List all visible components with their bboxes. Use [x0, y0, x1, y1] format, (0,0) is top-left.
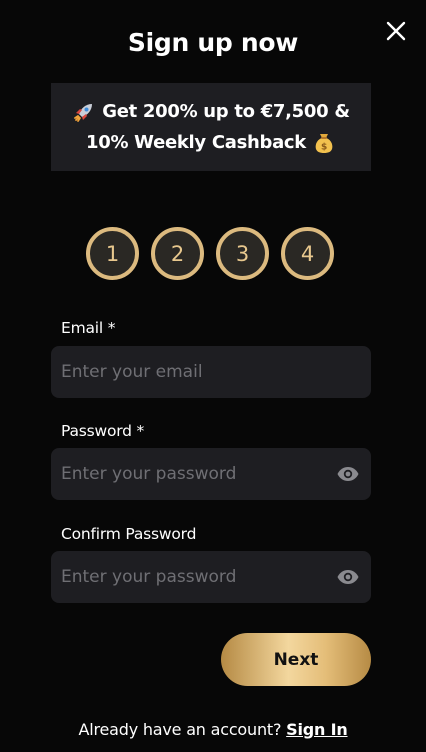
email-field[interactable] — [61, 362, 361, 382]
promo-line-1: Get 200% up to €7,500 & — [72, 96, 350, 127]
rocket-icon — [74, 103, 93, 122]
signin-link[interactable]: Sign In — [286, 720, 348, 739]
eye-icon[interactable] — [336, 565, 360, 589]
promo-banner: Get 200% up to €7,500 & 10% Weekly Cashb… — [51, 83, 371, 171]
email-label: Email * — [61, 319, 116, 337]
confirm-password-field[interactable] — [61, 567, 335, 587]
password-field-container — [51, 448, 371, 500]
eye-icon[interactable] — [336, 462, 360, 486]
password-field[interactable] — [61, 464, 335, 484]
step-1: 1 — [86, 227, 139, 280]
password-visibility-toggle[interactable] — [335, 461, 361, 487]
step-3: 3 — [216, 227, 269, 280]
password-label: Password * — [61, 422, 145, 440]
confirm-password-field-container — [51, 551, 371, 603]
confirm-password-visibility-toggle[interactable] — [335, 564, 361, 590]
promo-text-1: Get 200% up to €7,500 & — [102, 101, 350, 122]
signup-modal: Sign up now Get 200% up to €7,500 & 10% … — [0, 0, 426, 752]
confirm-password-label: Confirm Password — [61, 525, 197, 543]
signin-prompt: Already have an account? Sign In — [0, 720, 426, 739]
money-bag-icon: $ — [315, 133, 333, 153]
signin-prompt-text: Already have an account? — [78, 720, 282, 739]
email-field-container — [51, 346, 371, 398]
promo-text-2: 10% Weekly Cashback — [86, 132, 306, 153]
svg-text:$: $ — [321, 142, 327, 152]
page-title: Sign up now — [127, 28, 299, 57]
step-2: 2 — [151, 227, 204, 280]
step-indicator: 1 2 3 4 — [86, 227, 334, 280]
next-button[interactable]: Next — [221, 633, 371, 686]
step-4: 4 — [281, 227, 334, 280]
promo-line-2: 10% Weekly Cashback $ — [86, 127, 336, 158]
